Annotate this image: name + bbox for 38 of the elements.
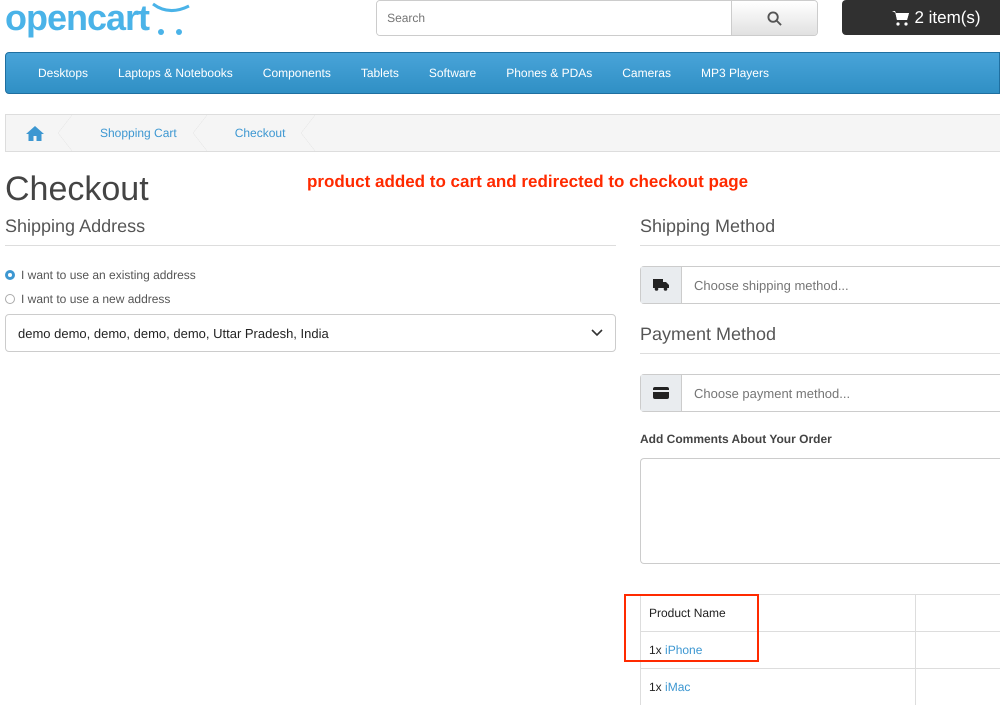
shipping-method-field[interactable]: Choose shipping method... — [640, 266, 1000, 304]
section-heading: Shipping Method — [640, 216, 1000, 246]
product-link[interactable]: iPhone — [665, 643, 702, 657]
payment-method-field[interactable]: Choose payment method... — [640, 374, 1000, 412]
radio-button[interactable] — [5, 270, 15, 280]
chevron-down-icon — [591, 329, 603, 337]
quantity-text: 1x — [649, 680, 663, 694]
comments-field[interactable] — [640, 458, 1000, 564]
radio-label[interactable]: I want to use an existing address — [21, 268, 196, 282]
page-title: Checkout — [5, 170, 150, 209]
column-header: Product Name — [640, 594, 916, 632]
search-icon — [767, 10, 782, 26]
opencart-logo[interactable]: opencart — [5, 0, 376, 36]
menu-item[interactable]: Software — [414, 66, 492, 80]
menu-item[interactable]: Tablets — [346, 66, 414, 80]
menu-item[interactable]: Laptops & Notebooks — [103, 66, 248, 80]
address-select[interactable]: demo demo, demo, demo, demo, Uttar Pradesh, India — [5, 314, 616, 352]
menu-item[interactable]: MP3 Players — [686, 66, 784, 80]
search-button[interactable] — [731, 1, 818, 35]
product-link[interactable]: iMac — [665, 680, 690, 694]
menu-item[interactable]: Components — [248, 66, 346, 80]
search-field[interactable]: Search — [376, 0, 818, 36]
home-icon — [26, 126, 44, 140]
comments-label: Add Comments About Your Order — [640, 432, 833, 446]
annotation-text: product added to cart and redirected to checkout page — [307, 172, 748, 192]
cart-button[interactable]: 2 item(s) — [842, 0, 1000, 35]
menu-item[interactable]: Desktops — [23, 66, 104, 80]
breadcrumb-link[interactable]: Checkout — [206, 115, 316, 151]
section-heading: Shipping Address — [5, 216, 616, 246]
credit-card-icon — [653, 387, 669, 399]
radio-label[interactable]: I want to use a new address — [21, 292, 170, 306]
section-heading: Payment Method — [640, 324, 1000, 354]
truck-icon — [653, 279, 669, 291]
menu-item[interactable]: Phones & PDAs — [491, 66, 608, 80]
menu-item[interactable]: Cameras — [607, 66, 686, 80]
cart-icon — [892, 10, 910, 26]
radio-button[interactable] — [5, 294, 15, 304]
quantity-text: 1x — [649, 643, 663, 657]
